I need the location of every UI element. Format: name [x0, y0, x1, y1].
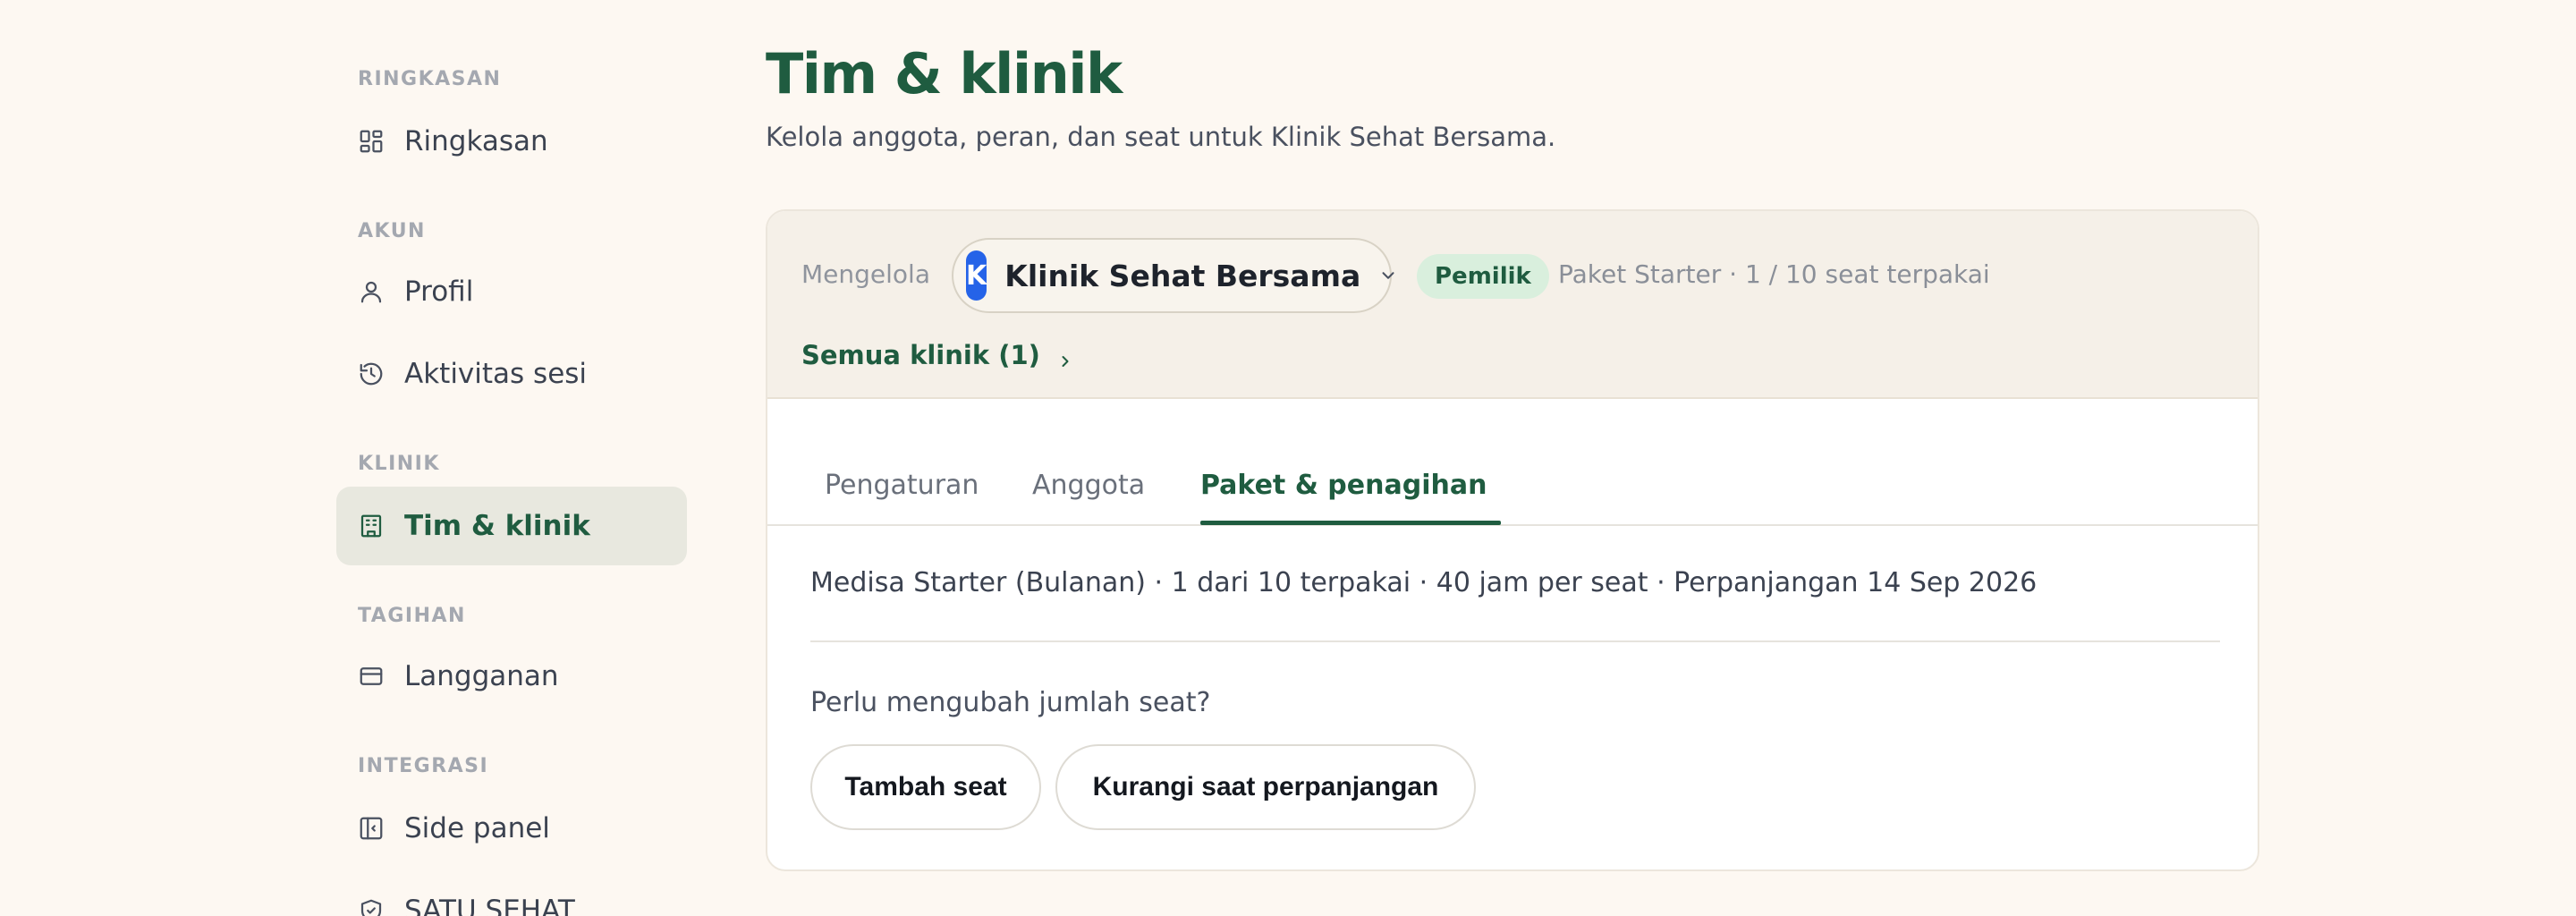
tab-anggota[interactable]: Anggota	[1032, 444, 1145, 526]
dashboard-icon	[358, 128, 385, 155]
chevron-down-icon	[1378, 266, 1398, 285]
sidebar-item-satu-sehat[interactable]: SATU SEHAT	[336, 871, 687, 916]
sidebar-item-label: Side panel	[404, 812, 550, 844]
team-clinic-card: Mengelola K Klinik Sehat Bersama Pemilik…	[766, 209, 2259, 871]
add-seat-button[interactable]: Tambah seat	[810, 744, 1041, 830]
shield-check-icon	[358, 897, 385, 916]
sidebar-item-label: Tim & klinik	[404, 510, 590, 542]
sidebar-item-label: Ringkasan	[404, 125, 548, 157]
tab-bar: Pengaturan Anggota Paket & penagihan	[767, 444, 2258, 526]
sidebar-item-label: Aktivitas sesi	[404, 358, 588, 390]
credit-card-icon	[358, 663, 385, 690]
clinic-name: Klinik Sehat Bersama	[1004, 258, 1361, 293]
sidebar-item-label: Profil	[404, 276, 474, 308]
history-icon	[358, 360, 385, 387]
divider	[810, 640, 2220, 642]
clinic-avatar: K	[966, 250, 987, 301]
plan-seat-info: Paket Starter · 1 / 10 seat terpakai	[1558, 259, 1990, 289]
section-title-klinik: KLINIK	[358, 453, 440, 475]
tab-pengaturan[interactable]: Pengaturan	[825, 444, 979, 526]
section-title-tagihan: TAGIHAN	[358, 605, 466, 627]
role-badge: Pemilik	[1417, 254, 1549, 299]
sidebar-item-label: SATU SEHAT	[404, 895, 575, 916]
page: RINGKASAN Ringkasan AKUN Profil Aktivita…	[0, 0, 2576, 916]
all-clinics-link[interactable]: Semua klinik (1)	[801, 340, 1074, 370]
sidebar: RINGKASAN Ringkasan AKUN Profil Aktivita…	[336, 0, 687, 916]
section-title-akun: AKUN	[358, 220, 426, 242]
all-clinics-label: Semua klinik (1)	[801, 340, 1040, 370]
plan-summary: Medisa Starter (Bulanan) · 1 dari 10 ter…	[810, 567, 2038, 598]
sidebar-item-ringkasan[interactable]: Ringkasan	[336, 102, 687, 181]
sidebar-item-profil[interactable]: Profil	[336, 252, 687, 331]
active-tab-indicator	[1200, 521, 1501, 525]
clinic-select-dropdown[interactable]: K Klinik Sehat Bersama	[952, 238, 1394, 313]
page-title: Tim & klinik	[766, 41, 1123, 106]
user-icon	[358, 278, 385, 305]
building-icon	[358, 513, 385, 539]
side-panel-icon	[358, 815, 385, 842]
clinic-switcher-bar: Mengelola K Klinik Sehat Bersama Pemilik…	[767, 211, 2258, 399]
sidebar-item-label: Langganan	[404, 660, 559, 692]
reduce-seat-button[interactable]: Kurangi saat perpanjangan	[1055, 744, 1476, 830]
sidebar-item-side-panel[interactable]: Side panel	[336, 789, 687, 868]
sidebar-item-langganan[interactable]: Langganan	[336, 637, 687, 716]
managing-label: Mengelola	[801, 259, 930, 289]
chevron-right-icon	[1056, 346, 1074, 367]
section-title-integrasi: INTEGRASI	[358, 755, 489, 777]
seat-change-question: Perlu mengubah jumlah seat?	[810, 687, 1211, 718]
tab-paket-penagihan[interactable]: Paket & penagihan	[1200, 444, 1487, 526]
sidebar-item-tim-klinik[interactable]: Tim & klinik	[336, 487, 687, 565]
section-title-ringkasan: RINGKASAN	[358, 68, 502, 90]
page-subtitle: Kelola anggota, peran, dan seat untuk Kl…	[766, 122, 1556, 152]
sidebar-item-aktivitas-sesi[interactable]: Aktivitas sesi	[336, 335, 687, 413]
